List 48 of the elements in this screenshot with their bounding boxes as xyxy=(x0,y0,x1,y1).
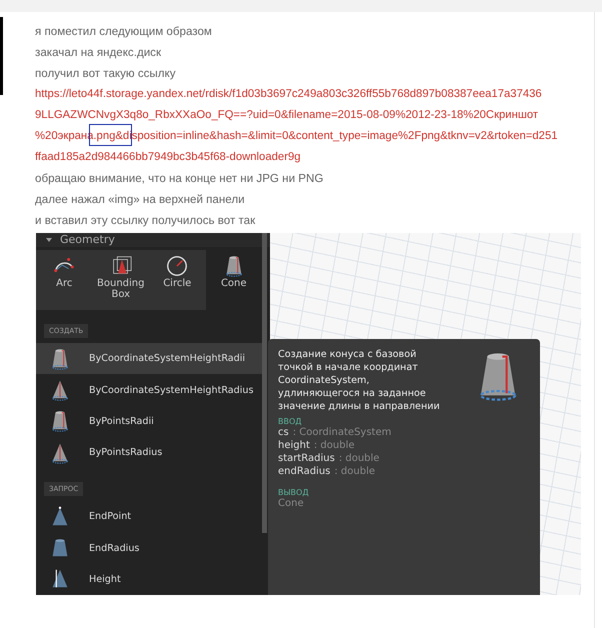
section-label: ВВОД xyxy=(278,417,303,426)
link-text[interactable]: 9LLGAZWCNvgX3q8o_RbxXXaOo_FQ==?uid=0&filename=2015-08-09%2012-23-18%20Скриншот xyxy=(35,105,595,126)
item-label: ByCoordinateSystemHeightRadii xyxy=(89,353,246,364)
library-item[interactable]: ByPointsRadii xyxy=(36,406,262,437)
parameter-name: height xyxy=(278,440,310,451)
tile-label: Bounding Box xyxy=(96,278,146,300)
category-tile[interactable]: Circle xyxy=(149,250,206,310)
paragraph: и вставил эту ссылку получилось вот так xyxy=(35,213,256,229)
link-text[interactable]: https://leto44f.storage.yandex.net/rdisk/f1d03b3697c249a803c326ff55b768d897b08387eea17a37436 xyxy=(35,84,595,105)
library-item[interactable]: ByCoordinateSystemHeightRadii xyxy=(36,343,262,374)
output-type: Cone xyxy=(278,497,305,511)
tile-label: Cone xyxy=(220,278,248,289)
category-header[interactable]: Geometry xyxy=(36,233,270,247)
parameter-type: : double xyxy=(338,453,380,464)
tile-label: Arc xyxy=(55,278,74,289)
parameter-type: : CoordinateSystem xyxy=(292,427,392,438)
library-item[interactable]: EndRadius xyxy=(36,532,262,564)
expand-triangle-icon xyxy=(46,238,52,242)
item-label: EndRadius xyxy=(89,542,140,554)
paragraph: закачал на яндекс.диск xyxy=(35,45,162,61)
scrollbar[interactable] xyxy=(262,233,267,533)
item-label: ByCoordinateSystemHeightRadius xyxy=(89,384,254,396)
item-label: Height xyxy=(89,574,121,585)
parameter-name: cs xyxy=(278,427,289,438)
parameter-type: : double xyxy=(314,440,355,451)
paragraph: обращаю внимание, что на конце нет ни JPG ни PNG xyxy=(35,171,324,187)
parameter-name: endRadius xyxy=(278,466,330,477)
library-item[interactable]: ByCoordinateSystemHeightRadius xyxy=(36,374,262,406)
item-label: ByPointsRadius xyxy=(89,447,162,458)
paragraph: далее нажал «img» на верхней панели xyxy=(35,192,246,208)
link-text[interactable]: ffaad185a2d984466bb7949bc3b45f68-downloader9g xyxy=(35,147,595,168)
circle-icon xyxy=(165,254,190,278)
paragraph: получил вот такую ссылку xyxy=(35,66,177,82)
description: Создание конуса с базовой точкой в начале координат CoordinateSystem, удлиняющегося на заданное значение длины в направлении xyxy=(278,348,440,414)
category-title: Geometry xyxy=(60,233,115,246)
category-tile[interactable]: Bounding Box xyxy=(92,250,149,310)
item-label: ByPointsRadii xyxy=(89,416,154,427)
section-label: ВЫВОД xyxy=(278,488,310,497)
library-item[interactable]: ByPointsRadius xyxy=(36,436,262,468)
tile-label: Circle xyxy=(162,278,192,289)
category-tile[interactable]: Cone xyxy=(206,250,262,310)
paragraph: я поместил следующим образом xyxy=(35,24,213,40)
parameter-name: startRadius xyxy=(278,453,335,464)
parameter-type: : double xyxy=(334,466,376,477)
category-tile[interactable]: Arc xyxy=(36,250,92,310)
library-item[interactable]: Height xyxy=(36,564,262,595)
item-label: EndPoint xyxy=(89,511,132,522)
library-item[interactable]: EndPoint xyxy=(36,501,262,532)
